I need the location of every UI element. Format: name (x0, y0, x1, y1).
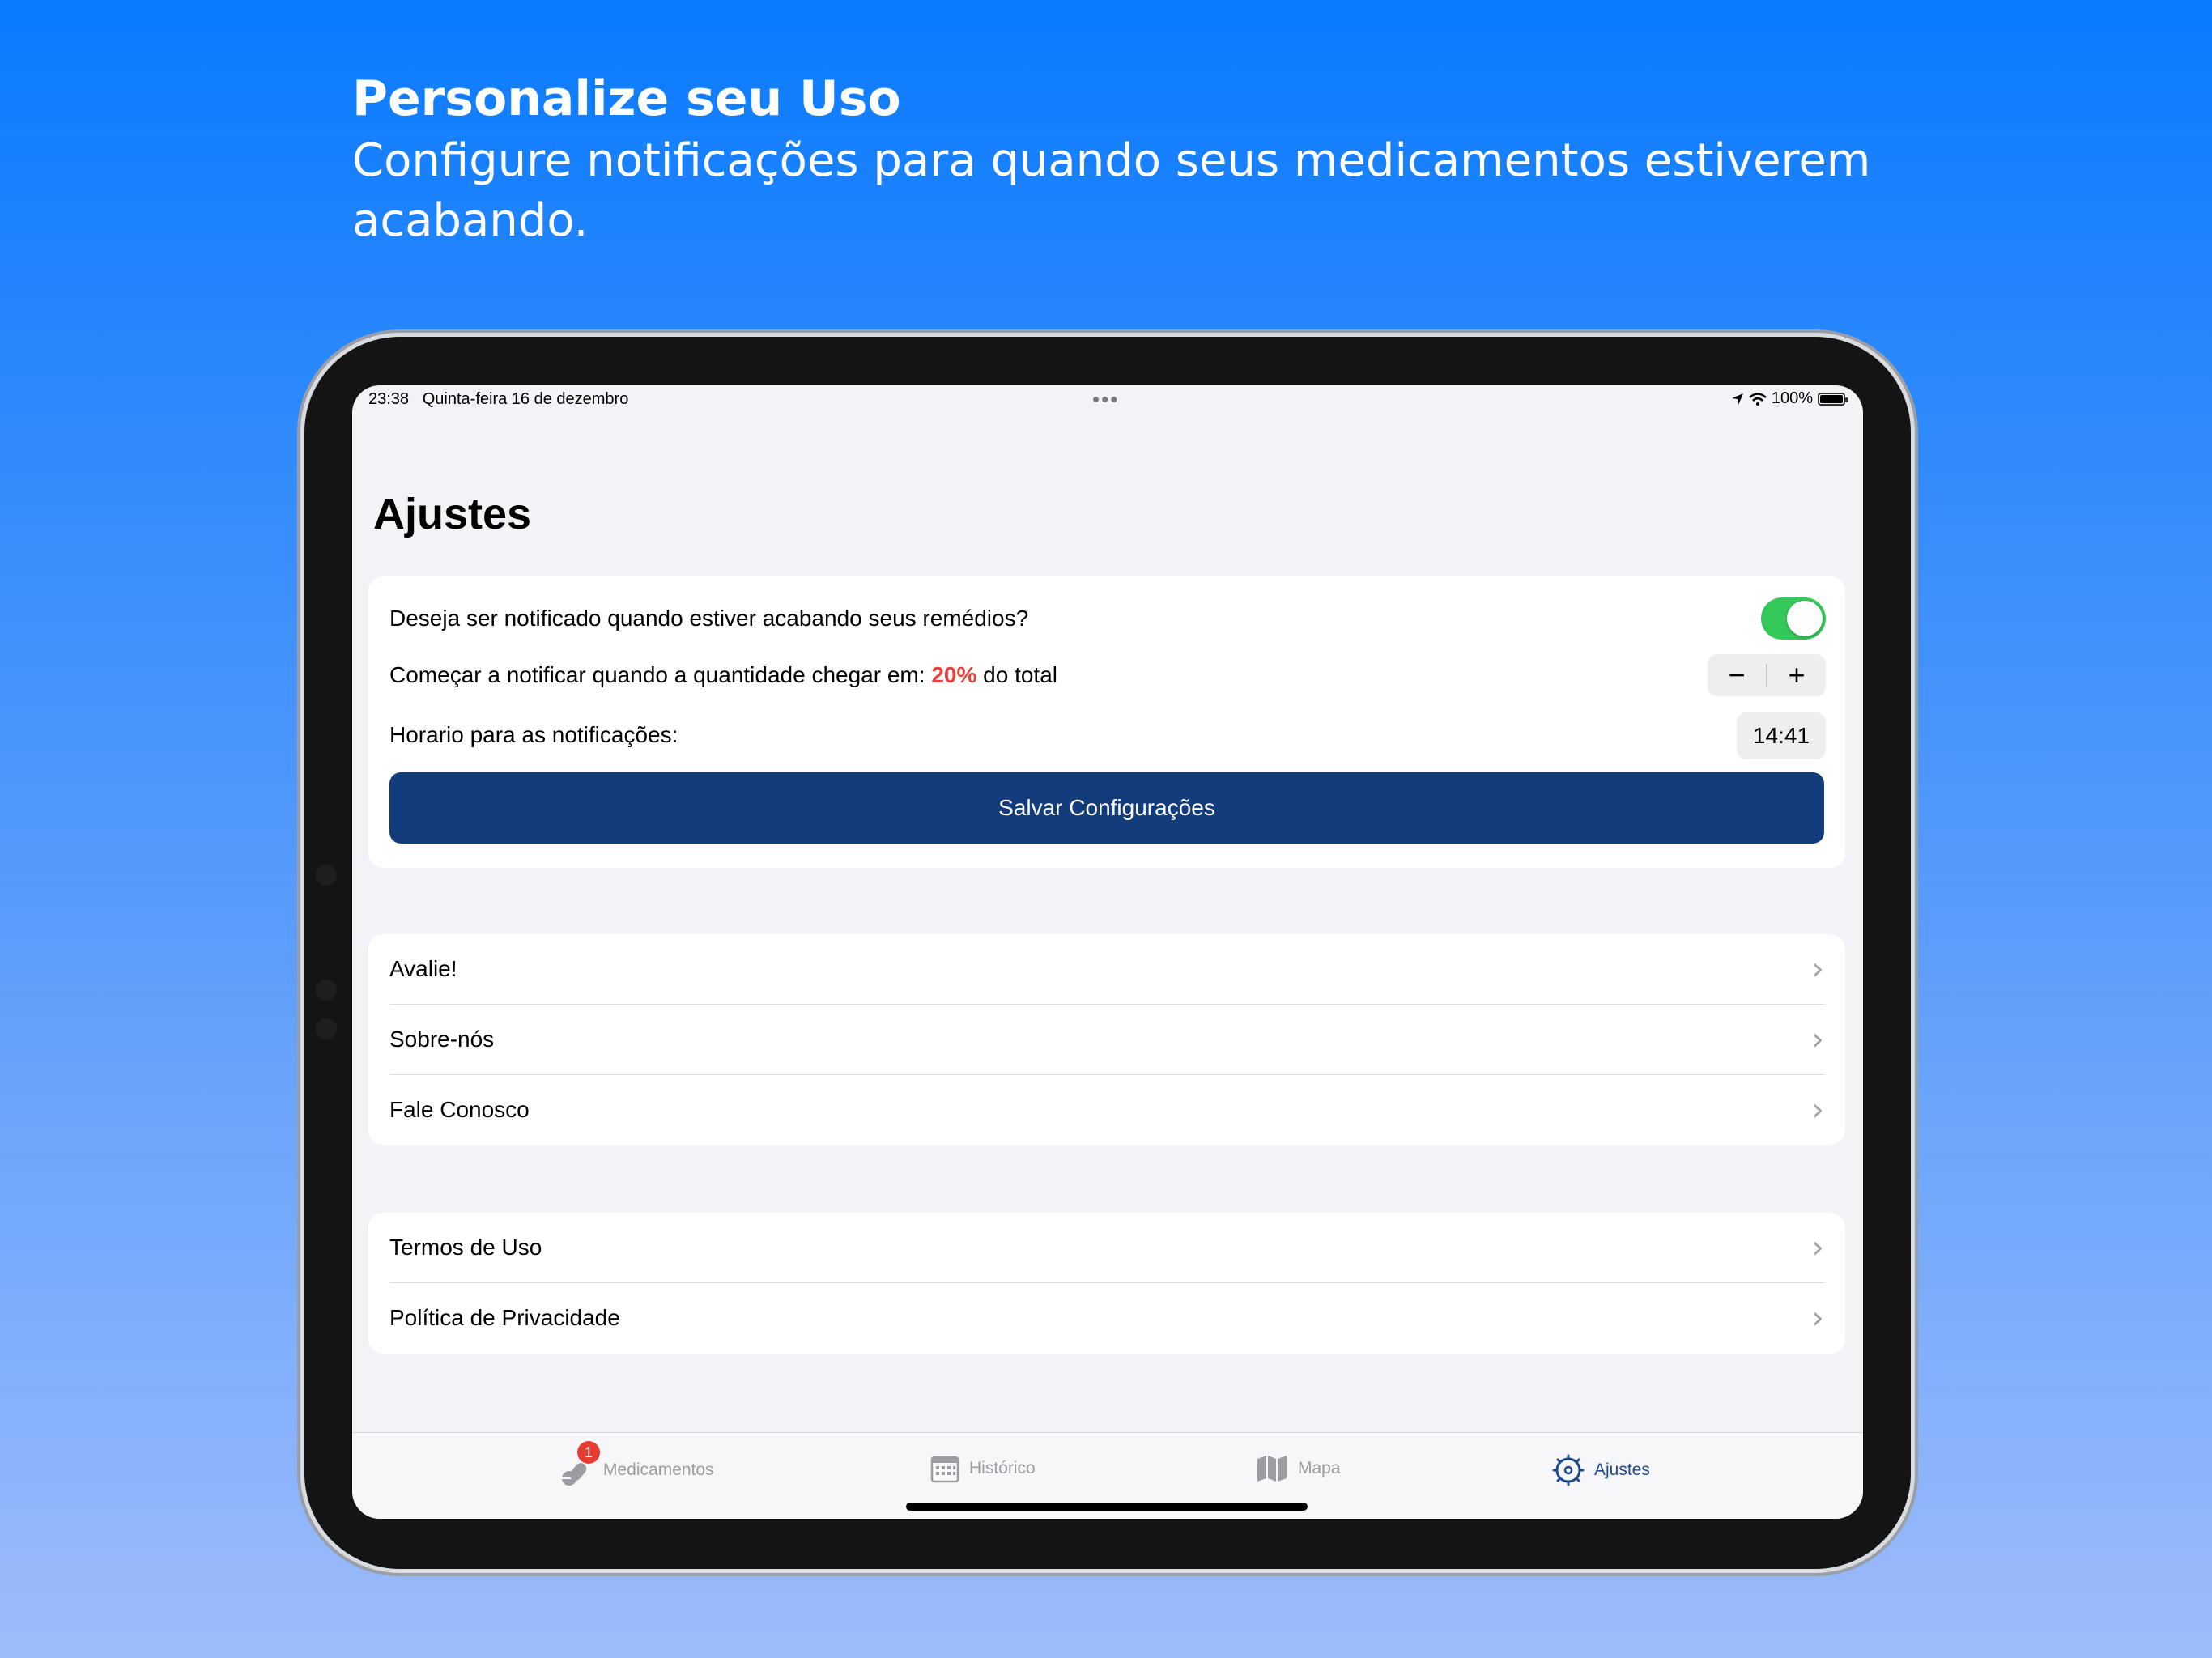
notify-toggle[interactable] (1761, 597, 1826, 640)
pills-icon: 1 (558, 1441, 600, 1486)
list-item-avalie[interactable]: Avalie! › (389, 934, 1824, 1004)
list-item-termos[interactable]: Termos de Uso › (389, 1213, 1824, 1282)
tab-label: Mapa (1298, 1459, 1341, 1477)
map-icon (1257, 1456, 1287, 1482)
chevron-right-icon: › (1811, 1091, 1824, 1129)
list-item-label: Política de Privacidade (389, 1305, 620, 1330)
marketing-headline: Personalize seu Uso Configure notificaçõ… (352, 66, 1972, 251)
status-time: 23:38 (368, 390, 410, 408)
tab-historico[interactable]: Histórico (930, 1454, 1036, 1483)
threshold-suffix: do total (983, 662, 1057, 687)
toggle-knob (1787, 601, 1823, 636)
list-item-fale-conosco[interactable]: Fale Conosco › (389, 1075, 1824, 1145)
status-time-date: 23:38 Quinta-feira 16 de dezembro (368, 390, 628, 409)
calendar-icon (930, 1456, 959, 1483)
list-item-label: Termos de Uso (389, 1235, 542, 1260)
tab-ajustes[interactable]: Ajustes (1552, 1454, 1650, 1486)
list-item-privacidade[interactable]: Política de Privacidade › (389, 1283, 1824, 1353)
chevron-right-icon: › (1811, 950, 1824, 988)
tab-label: Histórico (969, 1459, 1036, 1477)
tab-label: Ajustes (1594, 1460, 1650, 1479)
stepper-plus-button[interactable]: + (1767, 654, 1826, 696)
device-sensor-dot-2 (316, 1018, 337, 1039)
multitask-dots[interactable]: ••• (1092, 387, 1119, 412)
wifi-icon (1749, 392, 1767, 406)
gear-icon (1552, 1454, 1585, 1486)
status-indicators: 100% (1731, 389, 1848, 408)
device-sensor-dot (316, 980, 337, 1001)
headline-subtitle: Configure notificações para quando seus … (352, 134, 1871, 247)
chevron-right-icon: › (1811, 1229, 1824, 1266)
list-item-label: Fale Conosco (389, 1097, 530, 1122)
headline-title: Personalize seu Uso (352, 70, 901, 127)
app-screen: 23:38 Quinta-feira 16 de dezembro ••• 10… (352, 385, 1863, 1519)
device-camera-dot (316, 865, 337, 886)
location-icon (1731, 393, 1743, 405)
status-bar: 23:38 Quinta-feira 16 de dezembro ••• 10… (352, 385, 1863, 414)
tab-label: Medicamentos (603, 1460, 714, 1479)
list-item-label: Avalie! (389, 956, 457, 981)
tab-badge: 1 (577, 1441, 600, 1464)
save-settings-button[interactable]: Salvar Configurações (389, 772, 1824, 844)
notify-question-label: Deseja ser notificado quando estiver aca… (389, 606, 1029, 631)
page-title: Ajustes (373, 490, 532, 538)
stepper-minus-button[interactable]: − (1708, 654, 1766, 696)
notification-settings-card: Deseja ser notificado quando estiver aca… (368, 576, 1845, 868)
time-label: Horario para as notificações: (389, 722, 678, 747)
list-item-label: Sobre-nós (389, 1027, 495, 1052)
battery-percent: 100% (1771, 389, 1813, 407)
chevron-right-icon: › (1811, 1299, 1824, 1337)
threshold-row: Começar a notificar quando a quantidade … (389, 662, 1824, 688)
list-item-sobre-nos[interactable]: Sobre-nós › (389, 1005, 1824, 1074)
threshold-stepper[interactable]: − + (1708, 654, 1826, 696)
tab-bar: 1 Medicamentos Histórico Mapa Ajustes (352, 1432, 1863, 1519)
threshold-prefix: Começar a notificar quando a quantidade … (389, 662, 925, 687)
tab-medicamentos[interactable]: 1 Medicamentos (558, 1441, 714, 1486)
notification-time-picker[interactable]: 14:41 (1737, 712, 1826, 759)
threshold-value: 20% (931, 662, 977, 687)
battery-icon (1818, 392, 1848, 406)
chevron-right-icon: › (1811, 1021, 1824, 1058)
links-card-2: Termos de Uso › Política de Privacidade … (368, 1213, 1845, 1354)
links-card-1: Avalie! › Sobre-nós › Fale Conosco › (368, 934, 1845, 1145)
tab-mapa[interactable]: Mapa (1256, 1454, 1341, 1483)
status-date: Quinta-feira 16 de dezembro (422, 390, 629, 408)
home-indicator[interactable] (906, 1503, 1308, 1511)
